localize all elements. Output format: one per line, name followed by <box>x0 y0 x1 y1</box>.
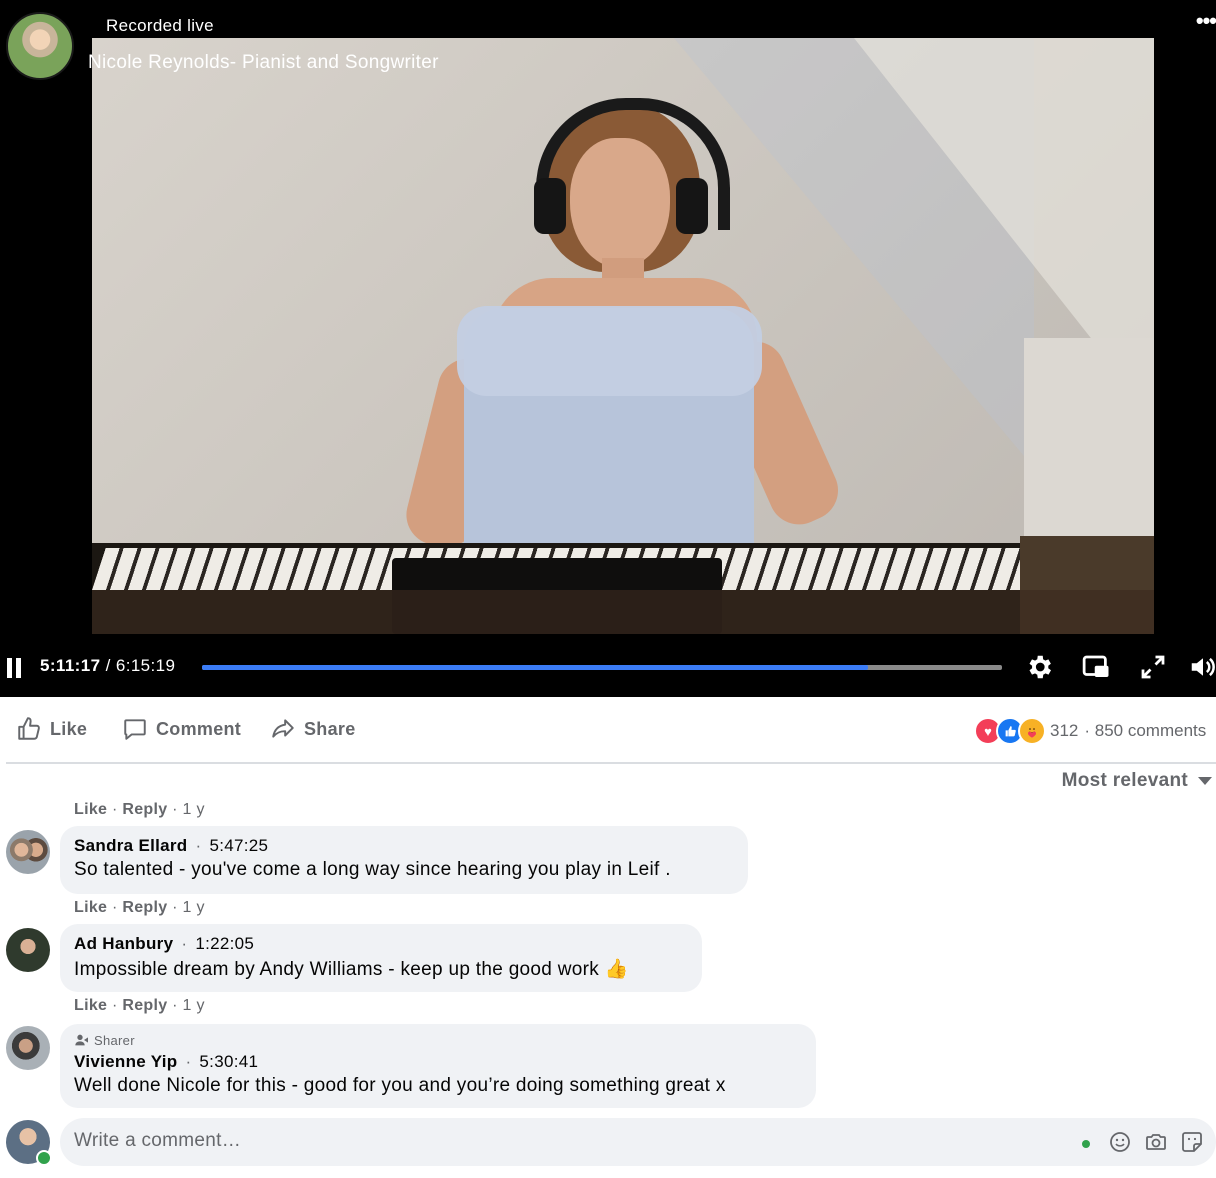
care-reaction-icon <box>1018 717 1046 745</box>
comment-like-link[interactable]: Like <box>74 997 107 1014</box>
avatar[interactable] <box>6 830 50 874</box>
sticker-icon[interactable] <box>1180 1130 1204 1154</box>
comment-button[interactable]: Comment <box>122 714 241 744</box>
comment-bubble: Sandra Ellard · 5:47:25 So talented - you'… <box>60 826 748 894</box>
duration: 6:15:19 <box>115 656 176 675</box>
sharer-badge: Sharer <box>74 1032 802 1048</box>
pause-icon[interactable] <box>5 658 23 678</box>
frame-decor <box>534 178 566 234</box>
share-arrow-icon <box>272 719 294 738</box>
video-player[interactable]: Recorded live Nicole Reynolds- Pianist a… <box>0 0 1216 697</box>
settings-gear-icon[interactable] <box>1024 652 1054 682</box>
fullscreen-icon[interactable] <box>1138 652 1168 682</box>
avatar[interactable] <box>6 1026 50 1070</box>
comment-composer[interactable]: Write a comment… <box>60 1118 1216 1166</box>
dot-separator: · <box>195 836 202 855</box>
comment-age: · 1 y <box>167 899 205 916</box>
sort-label: Most relevant <box>1061 770 1188 791</box>
action-bar: Like Comment Share ♥ 312 · 850 comments <box>0 700 1216 762</box>
comment-reply-link[interactable]: Reply <box>122 899 167 916</box>
comment-input-placeholder[interactable]: Write a comment… <box>74 1130 241 1152</box>
comment-bubble: Sharer Vivienne Yip · 5:30:41 Well done Ni… <box>60 1024 816 1108</box>
comment-author[interactable]: Vivienne Yip <box>74 1052 177 1071</box>
comment-reply-link[interactable]: Reply <box>122 997 167 1014</box>
comment-bubble: Ad Hanbury · 1:22:05 Impossible dream by A… <box>60 924 702 992</box>
online-status-indicator <box>36 1150 52 1166</box>
emoji-icon[interactable] <box>1108 1130 1132 1154</box>
frame-decor <box>676 178 708 234</box>
recorded-live-label: Recorded live <box>106 16 214 35</box>
divider <box>6 762 1216 764</box>
comment-text: Well done Nicole for this - good for you… <box>74 1075 726 1096</box>
share-button[interactable]: Share <box>270 714 356 744</box>
reaction-count[interactable]: 312 <box>1050 721 1078 741</box>
time-display: 5:11:17 / 6:15:19 <box>40 656 175 676</box>
thumbs-up-icon <box>18 717 40 740</box>
sort-dropdown[interactable]: Most relevant <box>1062 770 1212 792</box>
video-frame[interactable] <box>92 38 1154 634</box>
comment-text: So talented - you've come a long way sin… <box>74 859 671 880</box>
comment-author[interactable]: Sandra Ellard <box>74 836 188 855</box>
like-button[interactable]: Like <box>16 714 87 744</box>
comment-age: · 1 y <box>167 801 205 818</box>
comment-timestamp[interactable]: 5:30:41 <box>199 1052 258 1071</box>
share-label: Share <box>304 718 356 739</box>
current-time: 5:11:17 <box>40 656 101 675</box>
picture-in-picture-icon[interactable] <box>1081 652 1111 682</box>
dot-separator: · <box>181 934 188 953</box>
comments-count[interactable]: · 850 comments <box>1084 721 1206 741</box>
volume-icon[interactable] <box>1188 652 1216 682</box>
typing-indicator <box>1082 1140 1090 1148</box>
comment-timestamp[interactable]: 5:47:25 <box>209 836 268 855</box>
comment-label: Comment <box>156 718 242 739</box>
sharer-icon <box>75 1034 88 1046</box>
player-controls: 5:11:17 / 6:15:19 <box>0 648 1216 688</box>
dot-separator: · <box>185 1052 192 1071</box>
chevron-down-icon <box>1198 777 1212 785</box>
streamer-avatar[interactable] <box>6 12 74 80</box>
comment-bubble-icon <box>124 719 146 740</box>
comment-timestamp[interactable]: 1:22:05 <box>195 934 254 953</box>
comment-author[interactable]: Ad Hanbury <box>74 934 173 953</box>
frame-decor <box>457 306 762 396</box>
comment-like-link[interactable]: Like <box>74 899 107 916</box>
comment-age: · 1 y <box>167 997 205 1014</box>
like-label: Like <box>50 718 88 739</box>
progress-fill <box>202 665 869 670</box>
video-title[interactable]: Nicole Reynolds- Pianist and Songwriter <box>88 52 439 74</box>
frame-decor <box>92 590 1154 634</box>
comment-reply-link[interactable]: Reply <box>122 801 167 818</box>
avatar[interactable] <box>6 928 50 972</box>
comment-text: Impossible dream by Andy Williams - keep… <box>74 959 629 980</box>
progress-bar[interactable] <box>202 665 1002 670</box>
reactions-summary[interactable]: ♥ 312 · 850 comments <box>974 716 1206 746</box>
time-separator: / <box>100 656 116 675</box>
comment-actions: Like · Reply · 1 y <box>74 997 205 1015</box>
more-options-icon[interactable]: ••• <box>1196 8 1216 34</box>
comment-actions: Like · Reply · 1 y <box>74 801 205 819</box>
camera-icon[interactable] <box>1144 1130 1168 1154</box>
comment-like-link[interactable]: Like <box>74 801 107 818</box>
meta-sep: · <box>107 801 123 818</box>
meta-sep: · <box>107 997 123 1014</box>
sharer-label: Sharer <box>94 1032 135 1048</box>
comment-actions: Like · Reply · 1 y <box>74 899 205 917</box>
meta-sep: · <box>107 899 123 916</box>
